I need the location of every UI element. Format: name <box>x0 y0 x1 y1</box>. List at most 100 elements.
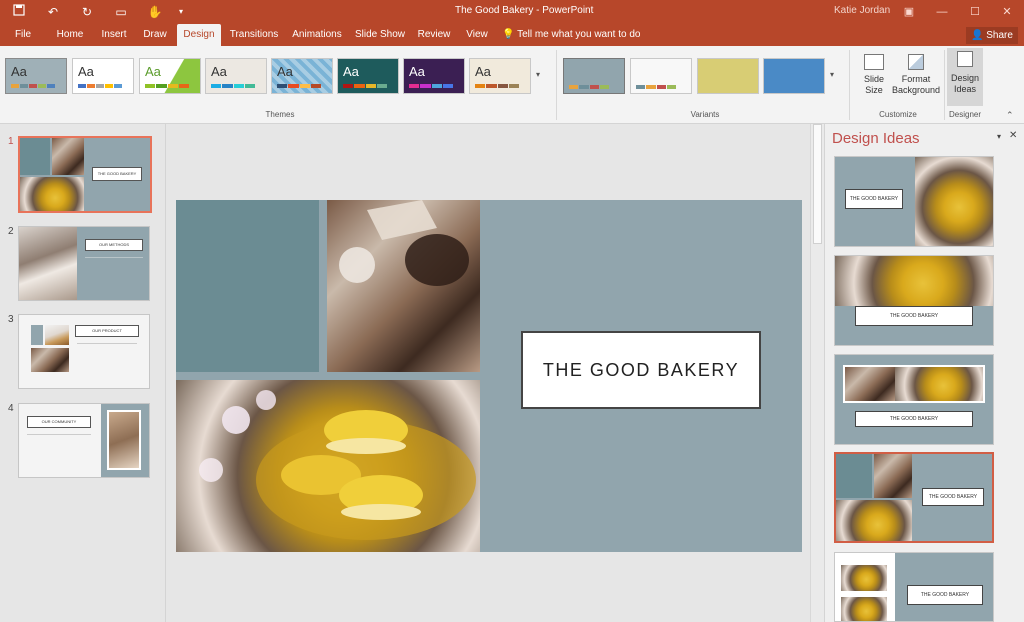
theme-retrospect[interactable]: Aa <box>469 58 531 94</box>
format-background-icon <box>908 54 924 70</box>
theme-glyph: Aa <box>409 64 425 79</box>
slide-number: 2 <box>8 226 14 237</box>
design-idea-1[interactable]: THE GOOD BAKERY <box>834 156 994 247</box>
design-ribbon: Aa Aa Aa Aa Aa Aa Aa Aa ▾ Themes ▾ Varia… <box>0 46 1024 124</box>
themes-more-icon[interactable]: ▾ <box>536 70 540 79</box>
community-photo <box>107 410 141 470</box>
collapse-ribbon-icon[interactable]: ⌃ <box>1006 110 1014 121</box>
theme-facet[interactable]: Aa <box>139 58 201 94</box>
pane-options-icon[interactable]: ▾ <box>997 132 1001 141</box>
theme-ion-boardroom[interactable]: Aa <box>271 58 333 94</box>
design-ideas-button[interactable]: Design Ideas <box>947 48 983 106</box>
touch-mode-icon[interactable]: ✋ <box>146 3 164 21</box>
format-background-button[interactable]: Format Background <box>891 50 941 96</box>
slide-thumbnails-pane: 1 THE GOOD BAKERY 2 OUR METHODS 3 OUR PR… <box>0 124 166 622</box>
idea-title: THE GOOD BAKERY <box>845 189 903 209</box>
variants-more-icon[interactable]: ▾ <box>830 70 834 79</box>
customize-qat-icon[interactable]: ▾ <box>172 3 190 21</box>
tab-design[interactable]: Design <box>177 24 221 46</box>
close-icon[interactable]: ✕ <box>990 0 1024 24</box>
tab-insert[interactable]: Insert <box>96 24 132 46</box>
main-slide[interactable]: THE GOOD BAKERY <box>176 200 802 552</box>
themes-group-label: Themes <box>265 110 295 119</box>
theme-ion[interactable]: Aa <box>337 58 399 94</box>
macaron-photo <box>915 157 993 246</box>
theme-glyph: Aa <box>343 64 359 79</box>
theme-glyph: Aa <box>78 64 94 79</box>
variant-1[interactable] <box>563 58 625 94</box>
tab-review[interactable]: Review <box>414 24 454 46</box>
design-idea-5[interactable]: THE GOOD BAKERY <box>834 552 994 622</box>
macaron-photo[interactable] <box>176 380 480 552</box>
ribbon-display-icon[interactable]: ▣ <box>892 0 926 24</box>
idea-title: THE GOOD BAKERY <box>907 585 983 605</box>
theme-integral[interactable]: Aa <box>205 58 267 94</box>
customize-group-label: Customize <box>879 110 917 119</box>
thumb-body-text <box>85 257 143 267</box>
variant-4[interactable] <box>763 58 825 94</box>
slide-number: 3 <box>8 314 14 325</box>
croissant-photo <box>31 348 69 372</box>
macaron-photo <box>841 565 887 591</box>
slide-thumbnail-4[interactable]: OUR COMMUNITY <box>18 403 150 478</box>
tab-view[interactable]: View <box>462 24 492 46</box>
share-button[interactable]: 👤 Share <box>966 27 1018 44</box>
save-icon[interactable] <box>10 3 28 21</box>
photo-column <box>835 553 895 621</box>
chef-photo <box>45 325 69 345</box>
idea-title: THE GOOD BAKERY <box>855 411 973 427</box>
tab-slide-show[interactable]: Slide Show <box>354 24 406 46</box>
slide-editor: THE GOOD BAKERY <box>166 124 810 622</box>
user-name[interactable]: Katie Jordan <box>834 5 890 16</box>
macaron-photo <box>841 597 887 621</box>
tab-animations[interactable]: Animations <box>290 24 344 46</box>
bread-photo <box>845 367 895 401</box>
design-idea-2[interactable]: THE GOOD BAKERY <box>834 255 994 346</box>
slide-thumbnail-3[interactable]: OUR PRODUCT <box>18 314 150 389</box>
tab-file[interactable]: File <box>8 24 38 46</box>
slide-size-button[interactable]: Slide Size <box>857 50 891 96</box>
variant-3[interactable] <box>697 58 759 94</box>
design-idea-3[interactable]: THE GOOD BAKERY <box>834 354 994 445</box>
title-bar: ↶ ↻ ▭ ✋ ▾ The Good Bakery - PowerPoint K… <box>0 0 1024 24</box>
tell-me-box[interactable]: 💡 Tell me what you want to do <box>502 24 640 46</box>
redo-icon[interactable]: ↻ <box>78 3 96 21</box>
design-ideas-title: Design Ideas <box>832 130 920 147</box>
macaron-photo <box>895 367 983 401</box>
lightbulb-icon: 💡 <box>502 29 515 40</box>
person-icon: 👤 <box>971 30 984 41</box>
presentation-icon[interactable]: ▭ <box>112 3 130 21</box>
theme-glyph: Aa <box>145 64 161 79</box>
design-ideas-label: Design Ideas <box>950 73 979 94</box>
design-idea-4-selected[interactable]: THE GOOD BAKERY <box>834 452 994 543</box>
photo-strip <box>843 365 985 403</box>
minimize-icon[interactable]: — <box>925 0 959 24</box>
undo-icon[interactable]: ↶ <box>44 3 62 21</box>
slide-thumbnail-1[interactable]: THE GOOD BAKERY <box>18 136 152 213</box>
bread-photo[interactable] <box>327 200 480 372</box>
bread-photo <box>52 138 84 175</box>
vertical-scrollbar[interactable] <box>810 124 824 622</box>
teal-block <box>836 454 872 498</box>
thumb-title: THE GOOD BAKERY <box>92 167 142 181</box>
variant-2[interactable] <box>630 58 692 94</box>
macaron-photo <box>835 256 993 306</box>
tab-draw[interactable]: Draw <box>138 24 172 46</box>
idea-title: THE GOOD BAKERY <box>855 306 973 326</box>
scrollbar-thumb[interactable] <box>813 124 822 244</box>
slide-title-box[interactable]: THE GOOD BAKERY <box>521 331 761 409</box>
tab-home[interactable]: Home <box>52 24 88 46</box>
tab-transitions[interactable]: Transitions <box>228 24 280 46</box>
theme-office-selected[interactable]: Aa <box>5 58 67 94</box>
thumb-title: OUR COMMUNITY <box>27 416 91 428</box>
close-pane-icon[interactable]: ✕ <box>1009 130 1017 141</box>
slide-number: 4 <box>8 403 14 414</box>
teal-block <box>176 200 319 372</box>
theme-glyph: Aa <box>211 64 227 79</box>
theme-organic[interactable]: Aa <box>403 58 465 94</box>
slide-thumbnail-2[interactable]: OUR METHODS <box>18 226 150 301</box>
slide-size-label: Slide Size <box>863 74 884 95</box>
slide-number: 1 <box>8 136 14 147</box>
theme-office[interactable]: Aa <box>72 58 134 94</box>
maximize-icon[interactable]: ☐ <box>958 0 992 24</box>
